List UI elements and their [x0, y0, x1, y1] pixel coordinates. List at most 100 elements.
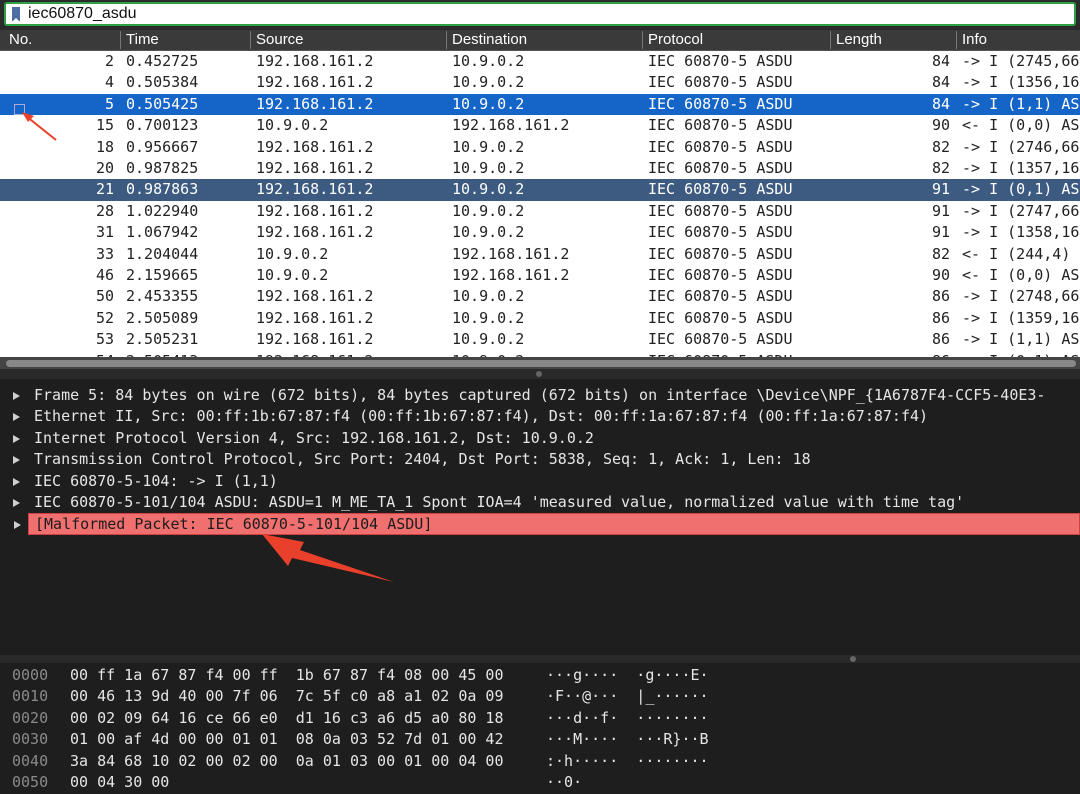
detail-row-malformed[interactable]: [Malformed Packet: IEC 60870-5-101/104 A… [14, 513, 1080, 535]
packet-cell-info: <- I (0,0) AS [962, 266, 1080, 284]
column-destination[interactable]: Destination [446, 31, 642, 49]
detail-row[interactable]: IEC 60870-5-101/104 ASDU: ASDU=1 M_ME_TA… [0, 492, 1080, 513]
packet-row[interactable]: 46 2.159665 10.9.0.2 192.168.161.2 IEC 60870… [0, 265, 1080, 286]
packet-cell-info: -> I (2746,66 [962, 137, 1080, 156]
hex-row[interactable]: 0040 3a 84 68 10 02 00 02 00 0a 01 03 00 … [0, 751, 1080, 772]
expand-triangle-icon[interactable] [13, 499, 20, 507]
packet-cell-no: 2 [104, 52, 114, 70]
detail-row[interactable]: IEC 60870-5-104: -> I (1,1) [0, 471, 1080, 492]
hex-offset: 0010 [12, 687, 49, 706]
hex-row[interactable]: 0020 00 02 09 64 16 ce 66 e0 d1 16 c3 a6 … [0, 708, 1080, 729]
packet-cell-info: -> I (2747,66 [962, 201, 1080, 220]
packet-cell-time: 0.987863 [126, 180, 199, 199]
packet-row[interactable]: 2 0.452725 192.168.161.2 10.9.0.2 IEC 60870-… [0, 51, 1080, 72]
column-protocol[interactable]: Protocol [642, 31, 830, 49]
column-no[interactable]: No. [4, 31, 118, 49]
packet-cell-dst: 10.9.0.2 [452, 308, 525, 327]
packet-list-hscroll-thumb[interactable] [6, 360, 1076, 367]
detail-row[interactable]: Internet Protocol Version 4, Src: 192.16… [0, 428, 1080, 449]
expand-triangle-icon[interactable] [13, 392, 20, 400]
detail-row[interactable]: Transmission Control Protocol, Src Port:… [0, 449, 1080, 470]
hex-offset: 0030 [12, 730, 49, 749]
packet-cell-len: 86 [931, 287, 950, 306]
packet-cell-time: 2.505089 [126, 308, 199, 327]
expand-triangle-icon[interactable] [13, 413, 20, 422]
packet-row[interactable]: 28 1.022940 192.168.161.2 10.9.0.2 IEC 60870… [0, 201, 1080, 222]
packet-cell-time: 2.159665 [126, 266, 199, 284]
display-filter-input[interactable]: iec60870_asdu [4, 2, 1076, 26]
packet-row[interactable]: 50 2.453355 192.168.161.2 10.9.0.2 IEC 60870… [0, 286, 1080, 307]
column-time[interactable]: Time [120, 31, 250, 49]
packet-row[interactable]: 31 1.067942 192.168.161.2 10.9.0.2 IEC 60870… [0, 222, 1080, 243]
packet-cell-proto: IEC 60870-5 ASDU [648, 94, 793, 113]
packet-cell-len: 86 [931, 330, 950, 349]
hex-row[interactable]: 0050 00 04 30 00 ··0· [0, 772, 1080, 793]
packet-cell-no: 28 [95, 201, 114, 220]
hex-ascii: ···g···· ·g····E· [546, 666, 709, 684]
column-length[interactable]: Length [830, 31, 956, 49]
packet-cell-src: 10.9.0.2 [256, 266, 329, 284]
expand-triangle-icon[interactable] [13, 434, 20, 443]
detail-row[interactable]: Ethernet II, Src: 00:ff:1b:67:87:f4 (00:… [0, 406, 1080, 427]
packet-cell-src: 192.168.161.2 [256, 94, 374, 113]
packet-cell-proto: IEC 60870-5 ASDU [648, 73, 793, 92]
packet-row[interactable]: 4 0.505384 192.168.161.2 10.9.0.2 IEC 60870-… [0, 72, 1080, 93]
column-source[interactable]: Source [250, 31, 446, 49]
hex-ascii: ·F··@··· |_······ [546, 687, 709, 706]
packet-row[interactable]: 20 0.987825 192.168.161.2 10.9.0.2 IEC 60870… [0, 158, 1080, 179]
packet-cell-proto: IEC 60870-5 ASDU [648, 180, 793, 199]
packet-cell-dst: 10.9.0.2 [452, 159, 525, 177]
expand-triangle-icon[interactable] [14, 521, 21, 530]
packet-cell-no: 15 [95, 116, 114, 135]
packet-row[interactable]: 5 0.505425 192.168.161.2 10.9.0.2 IEC 60870-… [0, 93, 1080, 116]
expand-triangle-icon[interactable] [13, 456, 20, 465]
packet-row[interactable]: 33 1.204044 10.9.0.2 192.168.161.2 IEC 60870… [0, 244, 1080, 265]
packet-cell-info: -> I (1,1) AS [962, 94, 1080, 113]
expand-triangle-icon[interactable] [13, 477, 20, 486]
packet-cell-time: 0.452725 [126, 52, 199, 70]
packet-details-tree[interactable]: Frame 5: 84 bytes on wire (672 bits), 84… [0, 379, 1080, 655]
display-filter-bar: iec60870_asdu [0, 0, 1080, 30]
packet-row[interactable]: 18 0.956667 192.168.161.2 10.9.0.2 IEC 60870… [0, 137, 1080, 158]
bookmark-icon[interactable] [12, 7, 20, 22]
hex-row[interactable]: 0030 01 00 af 4d 00 00 01 01 08 0a 03 52 … [0, 729, 1080, 750]
packet-cell-info: -> I (1358,16 [962, 223, 1080, 242]
packet-row[interactable]: 15 0.700123 10.9.0.2 192.168.161.2 IEC 60870… [0, 115, 1080, 136]
hex-bytes: 00 46 13 9d 40 00 7f 06 7c 5f c0 a8 a1 0… [70, 687, 504, 706]
hex-row[interactable]: 0010 00 46 13 9d 40 00 7f 06 7c 5f c0 a8 … [0, 686, 1080, 707]
packet-cell-len: 86 [931, 308, 950, 327]
packet-cell-proto: IEC 60870-5 ASDU [648, 201, 793, 220]
packet-cell-dst: 10.9.0.2 [452, 94, 525, 113]
packet-cell-proto: IEC 60870-5 ASDU [648, 52, 793, 70]
pane-splitter-bottom[interactable] [0, 655, 1080, 663]
column-info[interactable]: Info [956, 31, 1080, 49]
row-marker-icon [14, 104, 25, 115]
packet-row[interactable]: 52 2.505089 192.168.161.2 10.9.0.2 IEC 60870… [0, 308, 1080, 329]
packet-cell-src: 192.168.161.2 [256, 180, 374, 199]
packet-cell-len: 90 [931, 266, 950, 284]
packet-cell-time: 2.453355 [126, 287, 199, 306]
packet-cell-src: 10.9.0.2 [256, 244, 329, 263]
detail-text: Frame 5: 84 bytes on wire (672 bits), 84… [34, 386, 1046, 404]
packet-cell-info: <- I (244,4) [962, 244, 1071, 263]
packet-list[interactable]: 2 0.452725 192.168.161.2 10.9.0.2 IEC 60870-… [0, 51, 1080, 357]
detail-text: Internet Protocol Version 4, Src: 192.16… [34, 428, 594, 447]
packet-cell-proto: IEC 60870-5 ASDU [648, 116, 793, 135]
hex-row[interactable]: 0000 00 ff 1a 67 87 f4 00 ff 1b 67 87 f4 … [0, 665, 1080, 686]
packet-bytes-pane[interactable]: 0000 00 ff 1a 67 87 f4 00 ff 1b 67 87 f4 … [0, 663, 1080, 794]
packet-row[interactable]: 21 0.987863 192.168.161.2 10.9.0.2 IEC 60870… [0, 179, 1080, 201]
splitter-grip-icon [536, 371, 542, 377]
packet-cell-time: 0.700123 [126, 116, 199, 135]
packet-cell-time: 1.067942 [126, 223, 199, 242]
detail-text: Ethernet II, Src: 00:ff:1b:67:87:f4 (00:… [34, 407, 929, 426]
packet-cell-dst: 10.9.0.2 [452, 52, 525, 70]
packet-cell-src: 192.168.161.2 [256, 308, 374, 327]
hex-bytes: 3a 84 68 10 02 00 02 00 0a 01 03 00 01 0… [70, 751, 504, 770]
pane-splitter-top[interactable] [0, 369, 1080, 379]
hex-ascii: ··0· [546, 773, 583, 791]
packet-row[interactable]: 53 2.505231 192.168.161.2 10.9.0.2 IEC 60870… [0, 329, 1080, 350]
hex-offset: 0000 [12, 666, 49, 684]
detail-row[interactable]: Frame 5: 84 bytes on wire (672 bits), 84… [0, 385, 1080, 406]
packet-cell-src: 192.168.161.2 [256, 287, 374, 306]
packet-cell-info: -> I (0,1) AS [962, 180, 1080, 199]
